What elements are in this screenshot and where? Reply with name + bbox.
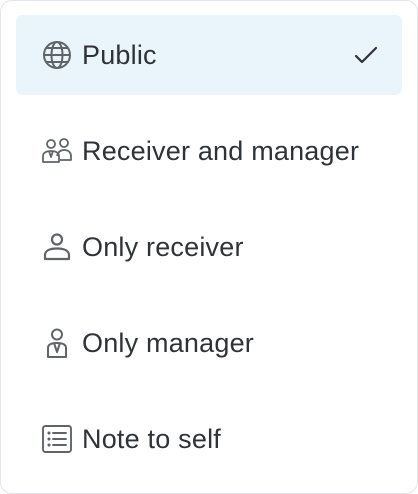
checkmark-icon	[352, 41, 380, 69]
visibility-dropdown-menu: Public Receiver and manager Only receive…	[0, 0, 418, 494]
option-label-only-receiver: Only receiver	[82, 231, 244, 262]
globe-icon	[40, 38, 74, 72]
receiver-and-manager-icon	[40, 134, 74, 168]
option-receiver-and-manager[interactable]: Receiver and manager	[16, 111, 402, 191]
person-icon	[40, 230, 74, 264]
option-public[interactable]: Public	[16, 15, 402, 95]
option-label-only-manager: Only manager	[82, 327, 254, 358]
option-label-note-to-self: Note to self	[82, 423, 221, 454]
option-only-manager[interactable]: Only manager	[16, 303, 402, 383]
note-list-icon	[40, 422, 74, 456]
option-note-to-self[interactable]: Note to self	[16, 399, 402, 479]
manager-icon	[40, 326, 74, 360]
option-only-receiver[interactable]: Only receiver	[16, 207, 402, 287]
option-label-public: Public	[82, 39, 157, 70]
option-label-receiver-and-manager: Receiver and manager	[82, 135, 360, 166]
